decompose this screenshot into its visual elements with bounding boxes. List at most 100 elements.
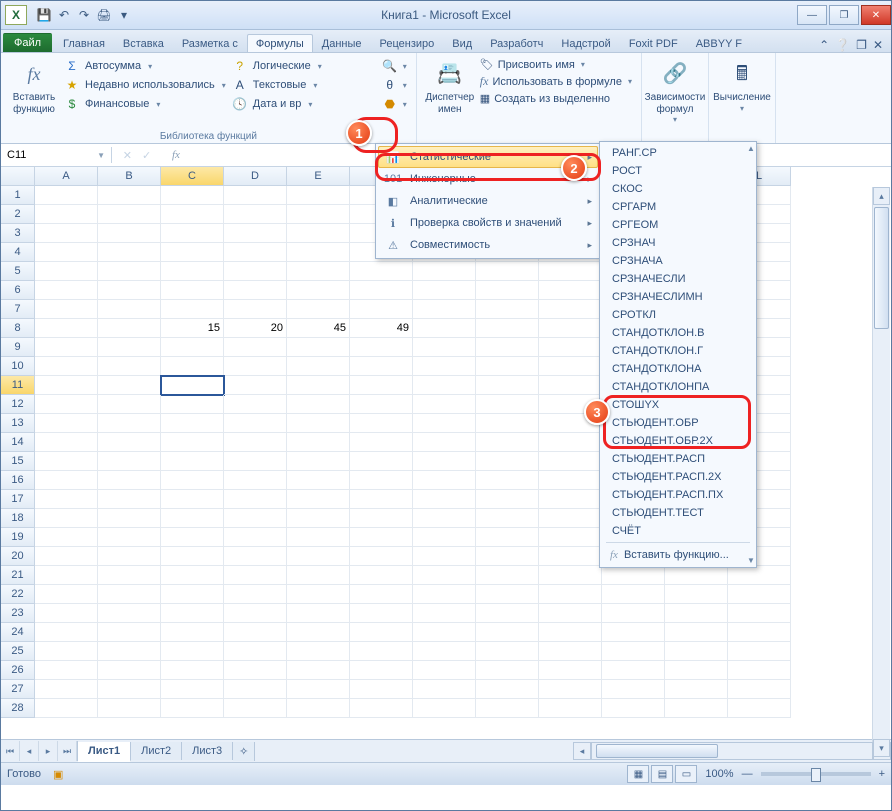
cell-E17[interactable] <box>287 490 350 509</box>
minimize-button[interactable]: — <box>797 5 827 25</box>
row-header-15[interactable]: 15 <box>1 452 35 471</box>
cell-A15[interactable] <box>35 452 98 471</box>
row-header-21[interactable]: 21 <box>1 566 35 585</box>
cell-E26[interactable] <box>287 661 350 680</box>
cell-A9[interactable] <box>35 338 98 357</box>
name-manager-button[interactable]: 📇 Диспетчер имен <box>423 55 477 142</box>
cell-A2[interactable] <box>35 205 98 224</box>
cell-B4[interactable] <box>98 243 161 262</box>
cell-F9[interactable] <box>350 338 413 357</box>
cell-A18[interactable] <box>35 509 98 528</box>
cell-A7[interactable] <box>35 300 98 319</box>
cell-E3[interactable] <box>287 224 350 243</box>
menu-item-4[interactable]: ⚠Совместимость▸ <box>378 234 598 256</box>
cell-E19[interactable] <box>287 528 350 547</box>
submenu-item-6[interactable]: СРЗНАЧА <box>602 252 754 270</box>
cell-K23[interactable] <box>665 604 728 623</box>
cell-F27[interactable] <box>350 680 413 699</box>
row-header-10[interactable]: 10 <box>1 357 35 376</box>
cell-J24[interactable] <box>602 623 665 642</box>
cell-D13[interactable] <box>224 414 287 433</box>
cell-F7[interactable] <box>350 300 413 319</box>
cell-L26[interactable] <box>728 661 791 680</box>
cell-F12[interactable] <box>350 395 413 414</box>
cell-A17[interactable] <box>35 490 98 509</box>
col-header-A[interactable]: A <box>35 167 98 186</box>
cell-I27[interactable] <box>539 680 602 699</box>
cell-A22[interactable] <box>35 585 98 604</box>
cell-D8[interactable]: 20 <box>224 319 287 338</box>
cell-G20[interactable] <box>413 547 476 566</box>
cell-A1[interactable] <box>35 186 98 205</box>
create-from-selection-button[interactable]: ▦Создать из выделенно <box>477 91 635 106</box>
cell-I11[interactable] <box>539 376 602 395</box>
cell-L22[interactable] <box>728 585 791 604</box>
cell-B16[interactable] <box>98 471 161 490</box>
row-header-17[interactable]: 17 <box>1 490 35 509</box>
col-header-C[interactable]: C <box>161 167 224 186</box>
sheet-tab-1[interactable]: Лист1 <box>78 742 131 762</box>
cell-J22[interactable] <box>602 585 665 604</box>
row-header-11[interactable]: 11 <box>1 376 35 395</box>
zoom-out-button[interactable]: — <box>742 768 753 780</box>
col-header-B[interactable]: B <box>98 167 161 186</box>
cell-C12[interactable] <box>161 395 224 414</box>
cell-B2[interactable] <box>98 205 161 224</box>
cell-A28[interactable] <box>35 699 98 718</box>
row-header-28[interactable]: 28 <box>1 699 35 718</box>
cell-C21[interactable] <box>161 566 224 585</box>
cell-D7[interactable] <box>224 300 287 319</box>
cell-E13[interactable] <box>287 414 350 433</box>
cell-D1[interactable] <box>224 186 287 205</box>
col-header-E[interactable]: E <box>287 167 350 186</box>
view-page-layout[interactable]: ▤ <box>651 765 673 783</box>
submenu-item-11[interactable]: СТАНДОТКЛОН.Г <box>602 342 754 360</box>
cell-E7[interactable] <box>287 300 350 319</box>
cell-I24[interactable] <box>539 623 602 642</box>
sheet-nav-last[interactable]: ⏭ <box>58 741 77 761</box>
tab-foxit[interactable]: Foxit PDF <box>620 34 687 52</box>
scroll-up-button[interactable]: ▴ <box>873 187 890 205</box>
view-page-break[interactable]: ▭ <box>675 765 697 783</box>
cell-F26[interactable] <box>350 661 413 680</box>
cell-E4[interactable] <box>287 243 350 262</box>
cell-C2[interactable] <box>161 205 224 224</box>
cell-H13[interactable] <box>476 414 539 433</box>
cell-E27[interactable] <box>287 680 350 699</box>
cell-I23[interactable] <box>539 604 602 623</box>
cell-D20[interactable] <box>224 547 287 566</box>
cell-A5[interactable] <box>35 262 98 281</box>
cell-J25[interactable] <box>602 642 665 661</box>
row-header-24[interactable]: 24 <box>1 623 35 642</box>
row-header-22[interactable]: 22 <box>1 585 35 604</box>
cell-I5[interactable] <box>539 262 602 281</box>
row-header-19[interactable]: 19 <box>1 528 35 547</box>
row-header-20[interactable]: 20 <box>1 547 35 566</box>
row-header-23[interactable]: 23 <box>1 604 35 623</box>
cell-K25[interactable] <box>665 642 728 661</box>
tab-abbyy[interactable]: ABBYY F <box>687 34 751 52</box>
submenu-item-7[interactable]: СРЗНАЧЕСЛИ <box>602 270 754 288</box>
ribbon-minimize-icon[interactable]: ⌃ <box>819 38 829 52</box>
cell-C3[interactable] <box>161 224 224 243</box>
cell-B7[interactable] <box>98 300 161 319</box>
recent-button[interactable]: ★Недавно использовались▾ <box>61 76 229 94</box>
save-icon[interactable]: 💾 <box>35 6 53 24</box>
cell-C5[interactable] <box>161 262 224 281</box>
cell-D19[interactable] <box>224 528 287 547</box>
cell-D2[interactable] <box>224 205 287 224</box>
cell-D4[interactable] <box>224 243 287 262</box>
tab-insert[interactable]: Вставка <box>114 34 173 52</box>
lookup-button[interactable]: 🔍▾ <box>379 57 410 75</box>
cell-F18[interactable] <box>350 509 413 528</box>
submenu-item-20[interactable]: СТЬЮДЕНТ.ТЕСТ <box>602 504 754 522</box>
cell-I7[interactable] <box>539 300 602 319</box>
cell-C4[interactable] <box>161 243 224 262</box>
cell-I15[interactable] <box>539 452 602 471</box>
cell-C6[interactable] <box>161 281 224 300</box>
horizontal-scrollbar[interactable]: ◂ ▸ <box>573 742 891 760</box>
cell-K24[interactable] <box>665 623 728 642</box>
cell-E16[interactable] <box>287 471 350 490</box>
cell-E15[interactable] <box>287 452 350 471</box>
sheet-nav-first[interactable]: ⏮ <box>1 741 20 761</box>
